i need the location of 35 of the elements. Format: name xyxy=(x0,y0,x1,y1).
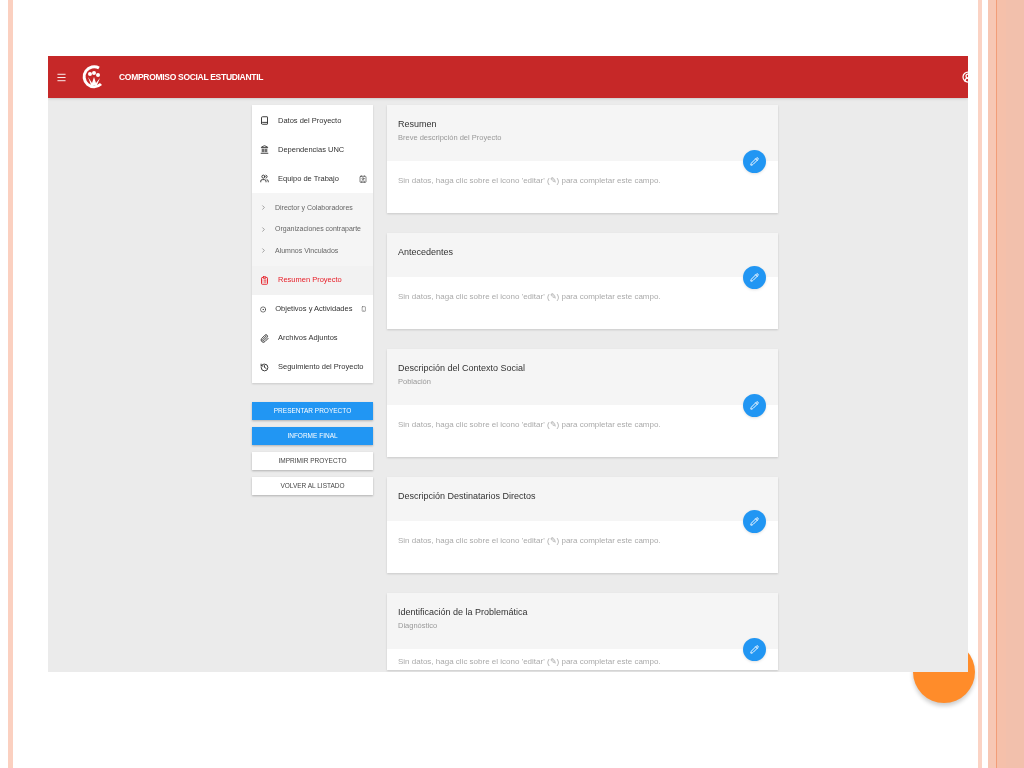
pencil-icon xyxy=(750,157,759,166)
empty-hint: Sin datos, haga clic sobre el icono 'editar' (✎) para completar este campo. xyxy=(398,292,662,302)
chevron-icon xyxy=(260,247,267,255)
phone-icon xyxy=(361,305,367,313)
pencil-icon xyxy=(750,401,759,410)
book-icon xyxy=(260,116,269,125)
section-title: Antecedentes xyxy=(398,247,455,258)
pencil-icon xyxy=(750,645,759,654)
menu-button[interactable] xyxy=(56,71,67,83)
section-title: Identificación de la Problemática xyxy=(398,607,529,618)
section-title: Descripción Destinatarios Directos xyxy=(398,491,537,502)
people-icon xyxy=(260,174,269,183)
edit-button[interactable] xyxy=(743,510,766,533)
empty-hint: Sin datos, haga clic sobre el icono 'editar' (✎) para completar este campo. xyxy=(398,536,662,546)
menu-icon xyxy=(56,71,67,83)
app-title: COMPROMISO SOCIAL ESTUDIANTIL xyxy=(119,70,265,84)
edit-button[interactable] xyxy=(743,394,766,417)
pencil-icon xyxy=(750,517,759,526)
edit-button[interactable] xyxy=(743,638,766,661)
paperclip-icon xyxy=(260,333,269,343)
history-icon xyxy=(260,362,269,372)
chevron-icon xyxy=(260,204,267,212)
chevron-icon xyxy=(260,225,267,233)
section-title: Resumen xyxy=(398,119,438,130)
section-title: Descripción del Contexto Social xyxy=(398,363,527,374)
pencil-icon xyxy=(750,273,759,282)
target-icon xyxy=(260,304,267,314)
edit-button[interactable] xyxy=(743,150,766,173)
clipboard-icon xyxy=(260,275,269,285)
bank-icon xyxy=(260,145,269,154)
empty-hint: Sin datos, haga clic sobre el icono 'editar' (✎) para completar este campo. xyxy=(398,657,662,667)
empty-hint: Sin datos, haga clic sobre el icono 'editar' (✎) para completar este campo. xyxy=(398,420,662,430)
edit-button[interactable] xyxy=(743,266,766,289)
empty-hint: Sin datos, haga clic sobre el icono 'editar' (✎) para completar este campo. xyxy=(398,176,662,186)
contact-card-icon xyxy=(359,174,367,183)
